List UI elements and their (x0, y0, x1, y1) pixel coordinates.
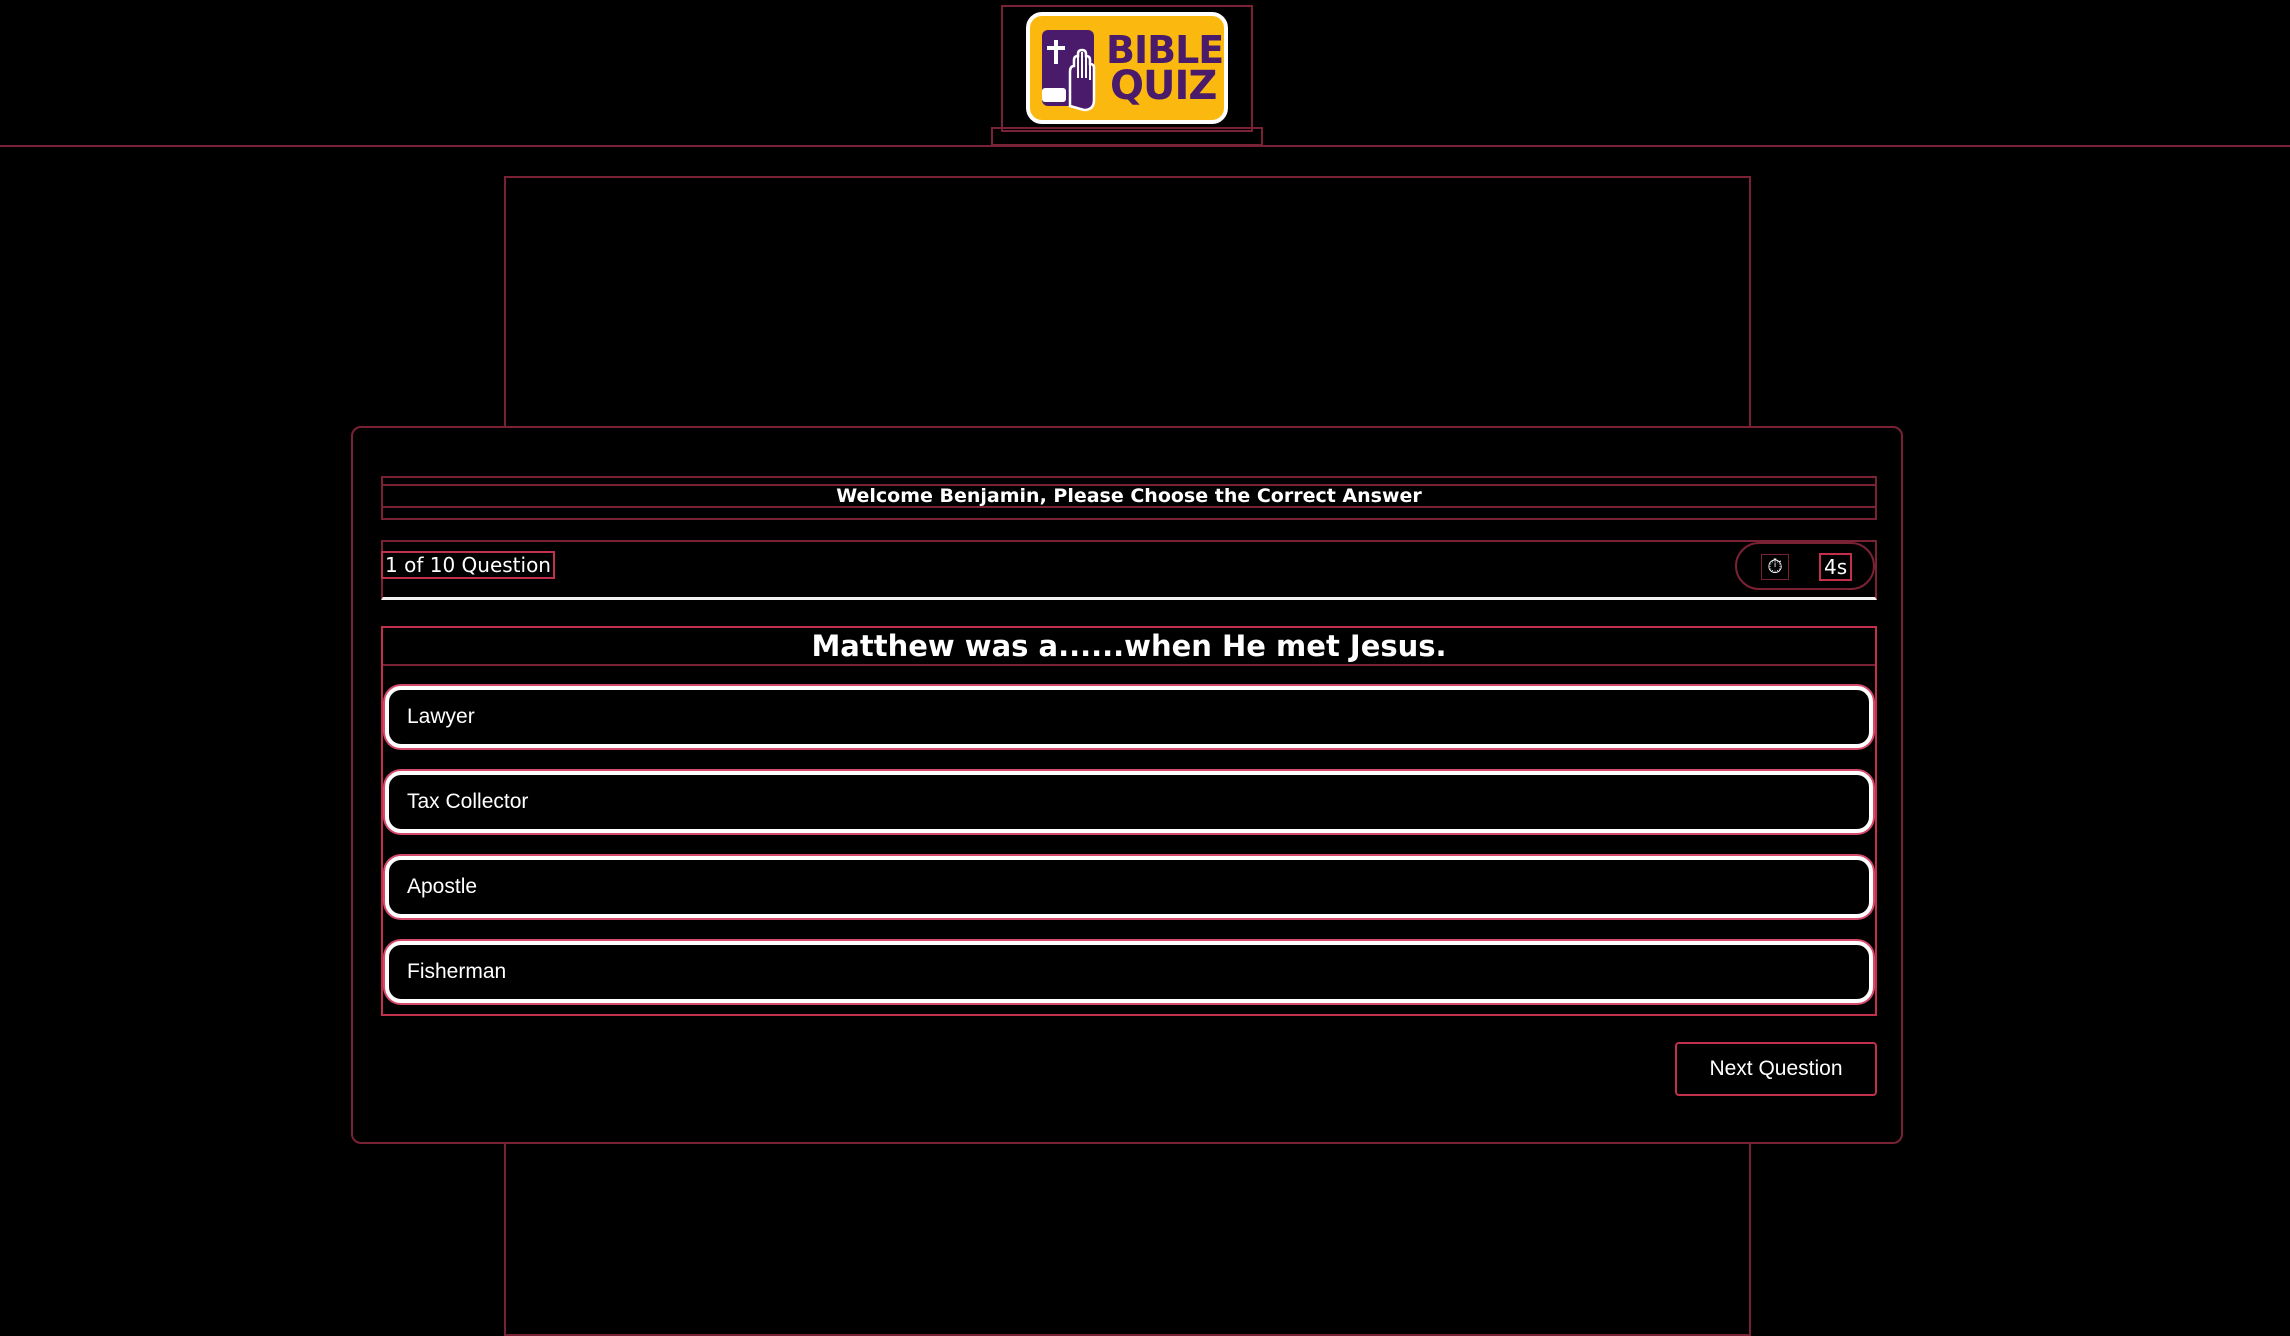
logo-wordmark: BIBLE QUIZ (1106, 31, 1226, 109)
next-question-button[interactable]: Next Question (1675, 1042, 1877, 1096)
answer-option-apostle[interactable]: Apostle (385, 856, 1873, 918)
question-text: Matthew was a......when He met Jesus. (383, 628, 1875, 666)
welcome-text: Welcome Benjamin, Please Choose the Corr… (383, 484, 1875, 508)
quiz-card: Welcome Benjamin, Please Choose the Corr… (351, 426, 1903, 1144)
bible-hand-cross-icon (1042, 30, 1096, 112)
question-progress: 1 of 10 Question (381, 551, 555, 579)
quiz-status-row: 1 of 10 Question ⏱ 4s (381, 540, 1877, 600)
answer-option-tax-collector[interactable]: Tax Collector (385, 771, 1873, 833)
answer-option-lawyer[interactable]: Lawyer (385, 686, 1873, 748)
header: BIBLE QUIZ (0, 0, 2290, 147)
timer-pill: ⏱ 4s (1735, 542, 1875, 590)
timer-value: 4s (1819, 553, 1853, 581)
bible-quiz-logo[interactable]: BIBLE QUIZ (1026, 12, 1228, 124)
answer-option-fisherman[interactable]: Fisherman (385, 941, 1873, 1003)
logo-line-2: QUIZ (1110, 63, 1217, 109)
stopwatch-icon: ⏱ (1761, 554, 1789, 580)
question-block: Matthew was a......when He met Jesus. La… (381, 626, 1877, 1016)
logo-frame-tab (991, 127, 1263, 146)
welcome-banner: Welcome Benjamin, Please Choose the Corr… (381, 476, 1877, 520)
